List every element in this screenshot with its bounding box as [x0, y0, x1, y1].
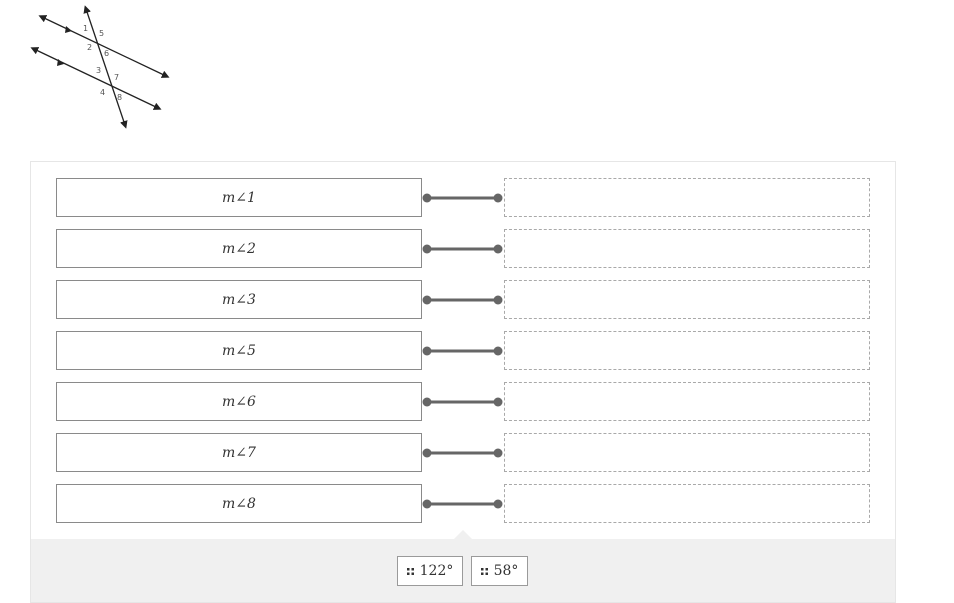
choice-label: 122°: [419, 563, 454, 579]
prompt-cell: m∠2: [56, 229, 422, 268]
parallel-lines-figure: 1 5 2 6 3 7 4 8: [28, 4, 173, 129]
drop-target[interactable]: [504, 331, 870, 370]
drag-handle-icon: [406, 567, 414, 575]
angle-label-7: 7: [114, 73, 119, 82]
connector-line: [422, 244, 503, 254]
drop-target[interactable]: [504, 229, 870, 268]
parallel-line-bottom: [30, 47, 162, 110]
connector-line: [422, 397, 503, 407]
prompt-cell: m∠6: [56, 382, 422, 421]
angle-label-2: 2: [87, 43, 92, 52]
connector-line: [422, 295, 503, 305]
drag-handle-icon: [480, 567, 488, 575]
angle-label-4: 4: [100, 88, 105, 97]
choices-tray: 122° 58°: [31, 530, 895, 602]
angle-label-6: 6: [104, 49, 109, 58]
prompt-cell: m∠7: [56, 433, 422, 472]
angle-label-3: 3: [96, 66, 101, 75]
parallel-mark-top: [65, 26, 72, 33]
angle-label-1: 1: [83, 24, 88, 33]
prompt-cell: m∠3: [56, 280, 422, 319]
parallel-line-top: [38, 15, 170, 78]
prompt-cell: m∠1: [56, 178, 422, 217]
match-row: m∠5: [56, 331, 870, 370]
angle-label-8: 8: [117, 93, 122, 102]
choice-label: 58°: [493, 563, 519, 579]
connector-line: [422, 346, 503, 356]
connector-line: [422, 448, 503, 458]
choice-chip-58[interactable]: 58°: [471, 556, 528, 586]
match-row: m∠7: [56, 433, 870, 472]
match-row: m∠6: [56, 382, 870, 421]
match-row: m∠1: [56, 178, 870, 217]
choice-chip-122[interactable]: 122°: [397, 556, 463, 586]
match-row: m∠2: [56, 229, 870, 268]
match-row: m∠3: [56, 280, 870, 319]
drop-target[interactable]: [504, 382, 870, 421]
drop-target[interactable]: [504, 484, 870, 523]
prompt-cell: m∠5: [56, 331, 422, 370]
drop-target[interactable]: [504, 280, 870, 319]
parallel-lines-diagram: 1 5 2 6 3 7 4 8: [30, 5, 170, 129]
drop-target[interactable]: [504, 433, 870, 472]
angle-label-5: 5: [99, 29, 104, 38]
connector-line: [422, 193, 503, 203]
connector-line: [422, 499, 503, 509]
match-row: m∠8: [56, 484, 870, 523]
prompt-cell: m∠8: [56, 484, 422, 523]
transversal-line: [83, 5, 128, 129]
tray-pointer: [454, 530, 472, 539]
drop-target[interactable]: [504, 178, 870, 217]
matching-panel: m∠1 m∠2 m∠3 m∠5 m∠6 m∠7 m∠8 122° 58°: [30, 161, 896, 603]
